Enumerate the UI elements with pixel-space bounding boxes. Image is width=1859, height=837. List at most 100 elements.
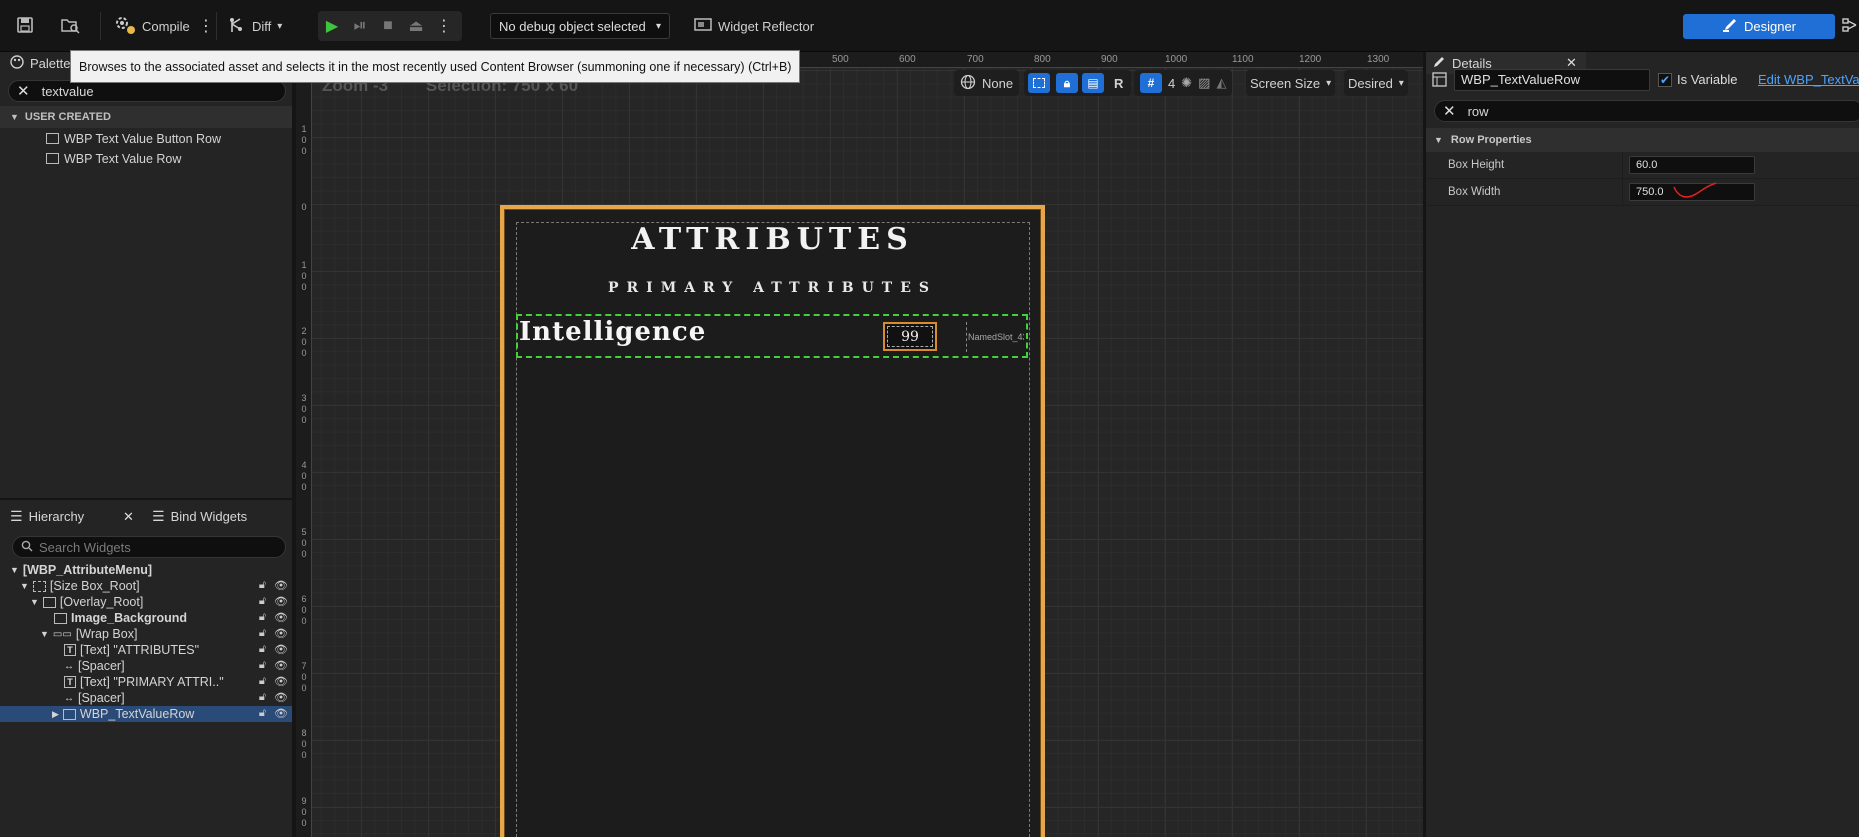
lock-icon[interactable]: 🔓︎ bbox=[259, 643, 266, 656]
clear-search-icon[interactable]: ✕ bbox=[17, 82, 30, 100]
palette-section-header[interactable]: ▼ USER CREATED bbox=[0, 106, 292, 128]
eject-icon[interactable]: ⏏ bbox=[402, 16, 430, 36]
desired-size-dropdown[interactable]: Desired ▾ bbox=[1344, 70, 1408, 96]
diff-button[interactable]: Diff ▾ bbox=[228, 12, 282, 40]
eye-icon[interactable]: 👁︎ bbox=[274, 579, 288, 592]
lock-icon[interactable]: 🔓︎ bbox=[259, 659, 266, 672]
grid-count: 4 bbox=[1168, 75, 1176, 91]
compile-button[interactable]: Compile bbox=[114, 12, 190, 40]
hierarchy-row[interactable]: ▼ ▭▭ [Wrap Box] 🔓︎ 👁︎ bbox=[0, 626, 292, 642]
stop-icon[interactable]: ■ bbox=[374, 17, 402, 35]
widget-name-input[interactable]: WBP_TextValueRow bbox=[1454, 69, 1650, 91]
lock-icon[interactable]: 🔓︎ bbox=[259, 627, 266, 640]
localization-preview-button[interactable]: None bbox=[954, 70, 1020, 96]
sun-icon[interactable]: ✺ bbox=[1181, 75, 1192, 91]
eye-icon[interactable]: 👁︎ bbox=[274, 643, 288, 656]
primary-attributes-text[interactable]: PRIMARY ATTRIBUTES bbox=[500, 280, 1045, 296]
lock-icon[interactable]: 🔓︎ bbox=[259, 707, 266, 720]
eye-icon[interactable]: 👁︎ bbox=[274, 675, 288, 688]
details-search-input[interactable]: ✕ row bbox=[1434, 100, 1859, 122]
named-slot[interactable]: NamedSlot_43 bbox=[966, 322, 1024, 352]
hierarchy-row-root[interactable]: ▼ [WBP_AttributeMenu] bbox=[0, 562, 292, 578]
lock-icon[interactable]: 🔓︎ bbox=[259, 611, 266, 624]
box-height-input[interactable]: 60.0 bbox=[1629, 156, 1755, 174]
toolbar-separator bbox=[216, 12, 217, 40]
chevron-down-icon: ▾ bbox=[655, 20, 661, 32]
tab-hierarchy[interactable]: ☰ Hierarchy bbox=[10, 505, 84, 527]
attributes-title-text[interactable]: ATTRIBUTES bbox=[500, 222, 1045, 257]
hierarchy-search-input[interactable]: Search Widgets bbox=[12, 536, 286, 558]
close-tab-icon[interactable]: ✕ bbox=[123, 509, 134, 525]
row-value-text: 99 bbox=[901, 328, 919, 345]
hierarchy-row[interactable]: Image_Background 🔓︎ 👁︎ bbox=[0, 610, 292, 626]
is-variable-checkbox[interactable]: ✔ Is Variable bbox=[1658, 72, 1737, 87]
grid-snap-group[interactable]: # 4 ✺ ▨ ◭ bbox=[1134, 70, 1233, 96]
eye-icon[interactable]: 👁︎ bbox=[274, 611, 288, 624]
chevron-down-icon: ▼ bbox=[10, 565, 19, 575]
palette-search-input[interactable]: ✕ textvalue bbox=[8, 80, 286, 102]
hierarchy-row[interactable]: ▼ [Size Box_Root] 🔓︎ 👁︎ bbox=[0, 578, 292, 594]
hierarchy-row[interactable]: T [Text] "ATTRIBUTES" 🔓︎ 👁︎ bbox=[0, 642, 292, 658]
tab-bind-widgets[interactable]: ☰ Bind Widgets bbox=[152, 505, 247, 527]
hierarchy-row[interactable]: T [Text] "PRIMARY ATTRI.." 🔓︎ 👁︎ bbox=[0, 674, 292, 690]
eye-icon[interactable]: 👁︎ bbox=[274, 627, 288, 640]
play-options-icon[interactable]: ⋮ bbox=[430, 16, 458, 36]
text-widget-icon: T bbox=[64, 676, 76, 688]
selection-lock-group[interactable]: 🔒︎ bbox=[1024, 70, 1082, 96]
browse-to-asset-button[interactable] bbox=[60, 12, 80, 40]
hierarchy-row-label: [Text] "ATTRIBUTES" bbox=[80, 643, 200, 657]
lock-icon[interactable]: 🔒︎ bbox=[1056, 73, 1078, 93]
diff-label: Diff bbox=[252, 18, 272, 34]
ruler-tick-label: 2 0 0 bbox=[301, 326, 307, 358]
lock-icon[interactable]: 🔓︎ bbox=[259, 691, 266, 704]
eye-icon[interactable]: 👁︎ bbox=[274, 659, 288, 672]
play-icon[interactable]: ▶ bbox=[318, 16, 346, 36]
lock-icon[interactable]: 🔓︎ bbox=[259, 595, 266, 608]
ruler-tick-label: 500 bbox=[832, 54, 849, 65]
more-vertical-icon: ⋮ bbox=[198, 18, 214, 35]
layout-icon[interactable]: ▤ bbox=[1082, 73, 1104, 93]
marquee-select-icon[interactable] bbox=[1028, 73, 1050, 93]
tooltip-text: Browses to the associated asset and sele… bbox=[79, 59, 792, 74]
hierarchy-row[interactable]: ↔ [Spacer] 🔓︎ 👁︎ bbox=[0, 690, 292, 706]
compile-options-button[interactable]: ⋮ bbox=[198, 12, 214, 40]
r-toggle-label[interactable]: R bbox=[1110, 76, 1127, 91]
widget-reflector-button[interactable]: Widget Reflector bbox=[694, 12, 814, 40]
palette-item[interactable]: WBP Text Value Row bbox=[46, 150, 181, 167]
screen-size-dropdown[interactable]: Screen Size ▾ bbox=[1246, 70, 1336, 96]
widget-reflector-label: Widget Reflector bbox=[718, 18, 815, 34]
lock-icon[interactable]: 🔓︎ bbox=[259, 579, 266, 592]
size-box-icon bbox=[32, 580, 46, 592]
edit-blueprint-link[interactable]: Edit WBP_TextValueRow bbox=[1758, 72, 1859, 87]
hierarchy-row-selected[interactable]: ▶ WBP_TextValueRow 🔓︎ 👁︎ bbox=[0, 706, 292, 722]
ruler-tick-label: 1 0 0 bbox=[301, 260, 307, 292]
row-label-text: Intelligence bbox=[519, 317, 707, 347]
hierarchy-row[interactable]: ↔ [Spacer] 🔓︎ 👁︎ bbox=[0, 658, 292, 674]
designer-label: Designer bbox=[1743, 19, 1797, 34]
tab-palette[interactable]: Palette bbox=[10, 52, 70, 74]
graph-mode-button[interactable] bbox=[1842, 12, 1858, 40]
box-height-value: 60.0 bbox=[1636, 159, 1658, 171]
save-button[interactable] bbox=[16, 12, 34, 40]
palette-item[interactable]: WBP Text Value Button Row bbox=[46, 130, 221, 147]
ruler-tick-label: 8 0 0 bbox=[301, 728, 307, 760]
widget-blueprint-icon bbox=[46, 153, 59, 164]
respect-locks-group[interactable]: ▤ R bbox=[1078, 70, 1132, 96]
grid-icon[interactable]: # bbox=[1140, 73, 1162, 93]
eye-icon[interactable]: 👁︎ bbox=[274, 707, 288, 720]
mirror-icon[interactable]: ◭ bbox=[1216, 75, 1226, 91]
overlay-icon bbox=[42, 596, 56, 608]
lock-icon[interactable]: 🔓︎ bbox=[259, 675, 266, 688]
eye-icon[interactable]: 👁︎ bbox=[274, 595, 288, 608]
clear-search-icon[interactable]: ✕ bbox=[1443, 102, 1456, 120]
eye-icon[interactable]: 👁︎ bbox=[274, 691, 288, 704]
hierarchy-tab-label: Hierarchy bbox=[28, 508, 85, 524]
graph-icon bbox=[1842, 17, 1858, 36]
row-properties-header[interactable]: ▼ Row Properties bbox=[1426, 128, 1859, 152]
image-preview-icon[interactable]: ▨ bbox=[1198, 75, 1210, 91]
debug-object-select[interactable]: No debug object selected ▾ bbox=[490, 13, 670, 39]
hierarchy-row[interactable]: ▼ [Overlay_Root] 🔓︎ 👁︎ bbox=[0, 594, 292, 610]
designer-mode-button[interactable]: Designer bbox=[1683, 14, 1835, 39]
hierarchy-row-label: [Size Box_Root] bbox=[49, 579, 140, 593]
step-icon[interactable]: ⏯ bbox=[346, 17, 374, 35]
